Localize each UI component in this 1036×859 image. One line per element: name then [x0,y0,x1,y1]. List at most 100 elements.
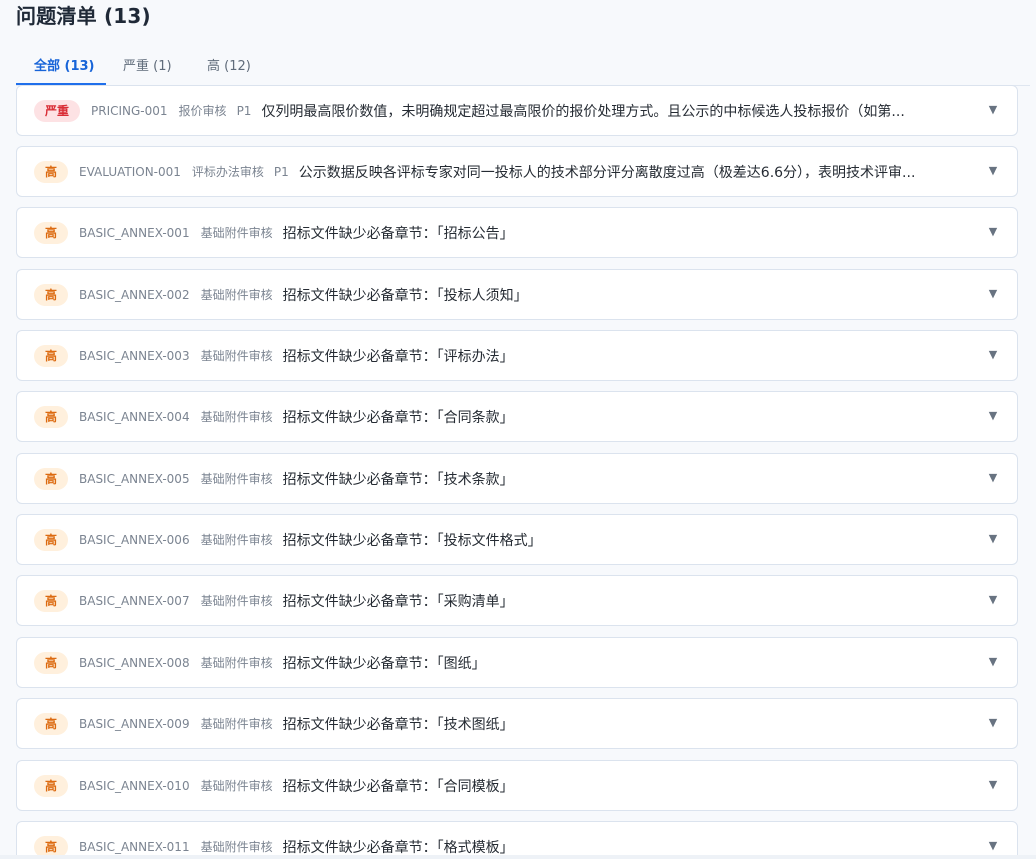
issue-description: 招标文件缺少必备章节：「投标人须知」 [282,287,528,304]
issue-category: 基础附件审核 [200,533,273,547]
severity-badge: 高 [34,589,68,612]
issue-code: BASIC_ANNEX-003 [79,348,190,363]
issue-description: 仅列明最高限价数值，未明确规定超过最高限价的报价处理方式。且公示的中标候选人投标… [261,103,905,120]
issue-description: 招标文件缺少必备章节：「采购清单」 [282,593,514,610]
chevron-down-icon[interactable]: ▼ [987,840,999,852]
severity-badge: 高 [34,405,68,428]
severity-badge: 高 [34,528,68,551]
issue-category: 基础附件审核 [200,779,273,793]
tab-all[interactable]: 全部 (13) [34,58,95,80]
tab-critical[interactable]: 严重 (1) [123,58,172,80]
severity-badge: 高 [34,774,68,797]
issue-category: 报价审核 [178,104,227,118]
issue-code: BASIC_ANNEX-007 [79,593,190,608]
issue-row[interactable]: 高 BASIC_ANNEX-011 基础附件审核 招标文件缺少必备章节：「格式模… [16,821,1018,859]
chevron-down-icon[interactable]: ▼ [987,410,999,422]
issue-row[interactable]: 高 BASIC_ANNEX-003 基础附件审核 招标文件缺少必备章节：「评标办… [16,330,1018,381]
issue-code: BASIC_ANNEX-002 [79,287,190,302]
issue-row-content: 高 BASIC_ANNEX-004 基础附件审核 招标文件缺少必备章节：「合同条… [34,392,973,441]
issue-category: 基础附件审核 [200,717,273,731]
issue-row[interactable]: 高 BASIC_ANNEX-001 基础附件审核 招标文件缺少必备章节：「招标公… [16,207,1018,258]
issue-row[interactable]: 高 BASIC_ANNEX-008 基础附件审核 招标文件缺少必备章节：「图纸」… [16,637,1018,688]
issue-row[interactable]: 高 BASIC_ANNEX-002 基础附件审核 招标文件缺少必备章节：「投标人… [16,269,1018,320]
issue-row[interactable]: 高 EVALUATION-001 评标办法审核 P1 公示数据反映各评标专家对同… [16,146,1018,197]
issue-description: 招标文件缺少必备章节：「图纸」 [282,655,486,672]
chevron-down-icon[interactable]: ▼ [987,104,999,116]
issue-row-content: 高 BASIC_ANNEX-011 基础附件审核 招标文件缺少必备章节：「格式模… [34,822,973,859]
issue-description: 招标文件缺少必备章节：「技术图纸」 [282,716,514,733]
issue-code: BASIC_ANNEX-010 [79,778,190,793]
issue-row-content: 高 BASIC_ANNEX-009 基础附件审核 招标文件缺少必备章节：「技术图… [34,699,973,748]
issue-list-page: 问题清单 (13) 全部 (13) 严重 (1) 高 (12) 严重 PRICI… [0,0,1036,859]
issue-category: 基础附件审核 [200,472,273,486]
chevron-down-icon[interactable]: ▼ [987,779,999,791]
chevron-down-icon[interactable]: ▼ [987,226,999,238]
issue-code: PRICING-001 [91,103,168,118]
issue-category: 基础附件审核 [200,594,273,608]
issue-code: BASIC_ANNEX-005 [79,471,190,486]
issue-row-content: 高 BASIC_ANNEX-008 基础附件审核 招标文件缺少必备章节：「图纸」 [34,638,973,687]
issue-category: 基础附件审核 [200,226,273,240]
issue-code: BASIC_ANNEX-008 [79,655,190,670]
issue-description: 招标文件缺少必备章节：「评标办法」 [282,348,514,365]
issue-row-content: 严重 PRICING-001 报价审核 P1 仅列明最高限价数值，未明确规定超过… [34,86,973,135]
issue-category: 基础附件审核 [200,349,273,363]
issue-row-content: 高 BASIC_ANNEX-007 基础附件审核 招标文件缺少必备章节：「采购清… [34,576,973,625]
issue-row-content: 高 BASIC_ANNEX-003 基础附件审核 招标文件缺少必备章节：「评标办… [34,331,973,380]
chevron-down-icon[interactable]: ▼ [987,288,999,300]
issue-description: 招标文件缺少必备章节：「招标公告」 [282,225,514,242]
chevron-down-icon[interactable]: ▼ [987,594,999,606]
issue-category: 基础附件审核 [200,288,273,302]
issue-category: 基础附件审核 [200,410,273,424]
issue-row-content: 高 EVALUATION-001 评标办法审核 P1 公示数据反映各评标专家对同… [34,147,973,196]
severity-badge: 高 [34,344,68,367]
tab-high[interactable]: 高 (12) [207,58,251,80]
issue-row[interactable]: 高 BASIC_ANNEX-004 基础附件审核 招标文件缺少必备章节：「合同条… [16,391,1018,442]
issue-priority: P1 [236,103,252,118]
issue-description: 招标文件缺少必备章节：「格式模板」 [282,839,514,856]
severity-badge: 高 [34,712,68,735]
issue-code: BASIC_ANNEX-009 [79,716,190,731]
issue-row[interactable]: 高 BASIC_ANNEX-009 基础附件审核 招标文件缺少必备章节：「技术图… [16,698,1018,749]
severity-tabs: 全部 (13) 严重 (1) 高 (12) [16,46,1030,86]
issue-row[interactable]: 高 BASIC_ANNEX-005 基础附件审核 招标文件缺少必备章节：「技术条… [16,453,1018,504]
issue-description: 招标文件缺少必备章节：「投标文件格式」 [282,532,542,549]
issue-code: BASIC_ANNEX-011 [79,839,190,854]
chevron-down-icon[interactable]: ▼ [987,165,999,177]
page-title: 问题清单 (13) [16,4,151,28]
issue-description: 招标文件缺少必备章节：「技术条款」 [282,471,514,488]
issue-row[interactable]: 严重 PRICING-001 报价审核 P1 仅列明最高限价数值，未明确规定超过… [16,85,1018,136]
severity-badge: 严重 [34,99,80,122]
issue-code: BASIC_ANNEX-001 [79,225,190,240]
issue-list: 严重 PRICING-001 报价审核 P1 仅列明最高限价数值，未明确规定超过… [16,85,1020,859]
issue-row-content: 高 BASIC_ANNEX-001 基础附件审核 招标文件缺少必备章节：「招标公… [34,208,973,257]
chevron-down-icon[interactable]: ▼ [987,717,999,729]
bottom-page-edge [0,855,1036,859]
issue-description: 招标文件缺少必备章节：「合同模板」 [282,778,514,795]
issue-code: BASIC_ANNEX-006 [79,532,190,547]
chevron-down-icon[interactable]: ▼ [987,533,999,545]
issue-row[interactable]: 高 BASIC_ANNEX-007 基础附件审核 招标文件缺少必备章节：「采购清… [16,575,1018,626]
issue-row-content: 高 BASIC_ANNEX-005 基础附件审核 招标文件缺少必备章节：「技术条… [34,454,973,503]
chevron-down-icon[interactable]: ▼ [987,656,999,668]
chevron-down-icon[interactable]: ▼ [987,349,999,361]
issue-description: 招标文件缺少必备章节：「合同条款」 [282,409,514,426]
issue-category: 基础附件审核 [200,840,273,854]
issue-category: 评标办法审核 [191,165,264,179]
issue-category: 基础附件审核 [200,656,273,670]
issue-priority: P1 [273,164,289,179]
issue-code: EVALUATION-001 [79,164,181,179]
issue-row-content: 高 BASIC_ANNEX-006 基础附件审核 招标文件缺少必备章节：「投标文… [34,515,973,564]
severity-badge: 高 [34,283,68,306]
issue-description: 公示数据反映各评标专家对同一投标人的技术部分评分离散度过高（极差达6.6分），表… [298,164,916,181]
chevron-down-icon[interactable]: ▼ [987,472,999,484]
severity-badge: 高 [34,467,68,490]
severity-badge: 高 [34,221,68,244]
severity-badge: 高 [34,651,68,674]
issue-row-content: 高 BASIC_ANNEX-010 基础附件审核 招标文件缺少必备章节：「合同模… [34,761,973,810]
severity-badge: 高 [34,160,68,183]
issue-row-content: 高 BASIC_ANNEX-002 基础附件审核 招标文件缺少必备章节：「投标人… [34,270,973,319]
issue-code: BASIC_ANNEX-004 [79,409,190,424]
issue-row[interactable]: 高 BASIC_ANNEX-010 基础附件审核 招标文件缺少必备章节：「合同模… [16,760,1018,811]
issue-row[interactable]: 高 BASIC_ANNEX-006 基础附件审核 招标文件缺少必备章节：「投标文… [16,514,1018,565]
